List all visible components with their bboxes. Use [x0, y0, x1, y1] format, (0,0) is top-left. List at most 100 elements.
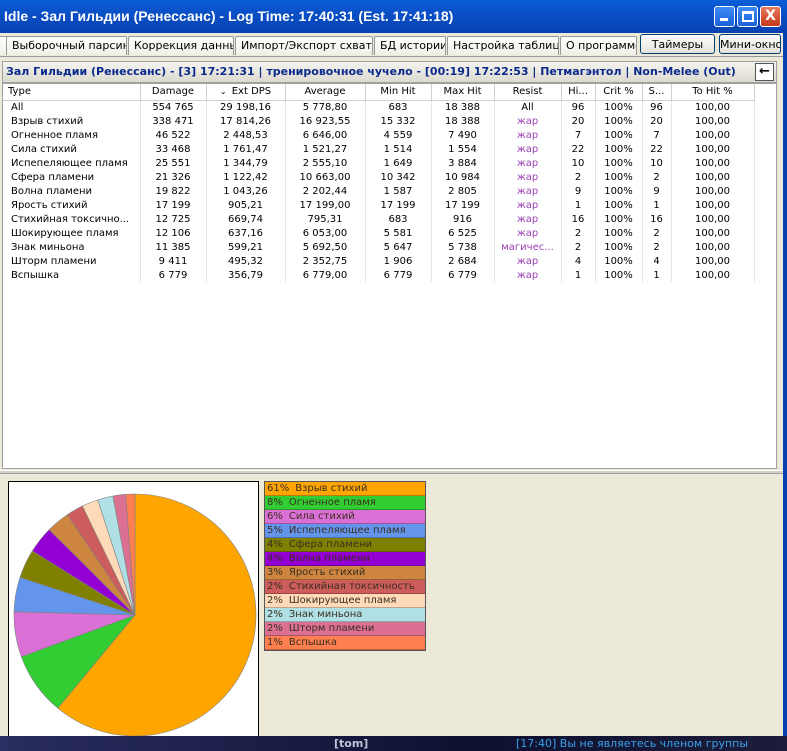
legend-label: Взрыв стихий [295, 483, 368, 494]
cell-hits: 10 [561, 156, 596, 170]
mini-window-button[interactable]: Мини-окно [719, 34, 781, 54]
table-row[interactable]: Сфера пламени 21 326 1 122,42 10 663,00 10 3… [3, 170, 755, 184]
table-row[interactable]: Испепеляющее пламя 25 551 1 344,79 2 555,10… [3, 156, 755, 170]
pie-chart-frame [8, 481, 259, 746]
tab-selective-parsing[interactable]: Выборочный парсинг [6, 36, 127, 55]
game-background-strip: [tom] [17:40] Вы не являетесь членом гру… [0, 736, 787, 751]
cell-swings: 2 [642, 240, 672, 254]
col-header-average[interactable]: Average [285, 84, 366, 101]
minimize-button[interactable] [714, 6, 735, 27]
close-button[interactable]: X [760, 6, 781, 27]
tab-about[interactable]: О программе [560, 36, 637, 55]
table-row[interactable]: Взрыв стихий 338 471 17 814,26 16 923,55 15 … [3, 114, 755, 128]
cell-min-hit: 15 332 [365, 114, 432, 128]
cell-to-hit: 100,00 [671, 240, 755, 254]
table-row[interactable]: Шокирующее пламя 12 106 637,16 6 053,00 5 58… [3, 226, 755, 240]
cell-resist: жар [494, 226, 562, 240]
cell-type: Шторм пламени [3, 254, 141, 268]
cell-damage: 9 411 [140, 254, 207, 268]
tab-history-db[interactable]: БД истории [374, 36, 446, 55]
cell-average: 5 692,50 [285, 240, 366, 254]
cell-max-hit: 17 199 [431, 198, 495, 212]
cell-max-hit: 18 388 [431, 100, 495, 114]
cell-damage: 6 779 [140, 268, 207, 282]
cell-hits: 16 [561, 212, 596, 226]
cell-ext-dps: 599,21 [206, 240, 286, 254]
col-header-crit[interactable]: Crit % [595, 84, 643, 101]
col-header-min-hit[interactable]: Min Hit [365, 84, 432, 101]
cell-resist: жар [494, 184, 562, 198]
legend-percent: 2% [267, 581, 283, 592]
col-header-resist[interactable]: Resist [494, 84, 562, 101]
cell-crit: 100% [595, 240, 643, 254]
cell-ext-dps: 1 344,79 [206, 156, 286, 170]
cell-type: Сила стихий [3, 142, 141, 156]
cell-max-hit: 916 [431, 212, 495, 226]
cell-damage: 46 522 [140, 128, 207, 142]
cell-hits: 4 [561, 254, 596, 268]
legend-percent: 3% [267, 567, 283, 578]
col-header-to-hit[interactable]: To Hit % [671, 84, 755, 101]
cell-swings: 1 [642, 268, 672, 282]
cell-to-hit: 100,00 [671, 198, 755, 212]
panel-splitter[interactable] [0, 470, 783, 474]
cell-resist: жар [494, 212, 562, 226]
tab-import-export[interactable]: Импорт/Экспорт схваток [235, 36, 373, 55]
legend-item: 2% Шторм пламени [265, 622, 425, 636]
maximize-button[interactable] [737, 6, 758, 27]
cell-type: Огненное пламя [3, 128, 141, 142]
cell-max-hit: 7 490 [431, 128, 495, 142]
tab-data-correction[interactable]: Коррекция данных [128, 36, 234, 55]
table-row[interactable]: Волна пламени 19 822 1 043,26 2 202,44 1 587… [3, 184, 755, 198]
cell-to-hit: 100,00 [671, 114, 755, 128]
cell-crit: 100% [595, 254, 643, 268]
cell-hits: 2 [561, 226, 596, 240]
col-header-type[interactable]: Type [3, 84, 141, 101]
col-header-damage[interactable]: Damage [140, 84, 207, 101]
cell-average: 5 778,80 [285, 100, 366, 114]
table-row[interactable]: Шторм пламени 9 411 495,32 2 352,75 1 906 2 6… [3, 254, 755, 268]
tab-table-settings[interactable]: Настройка таблицы [447, 36, 559, 55]
cell-swings: 22 [642, 142, 672, 156]
cell-ext-dps: 669,74 [206, 212, 286, 226]
col-header-swings[interactable]: S... [642, 84, 672, 101]
table-row[interactable]: Огненное пламя 46 522 2 448,53 6 646,00 4 55… [3, 128, 755, 142]
col-header-max-hit[interactable]: Max Hit [431, 84, 495, 101]
cell-swings: 20 [642, 114, 672, 128]
cell-damage: 21 326 [140, 170, 207, 184]
legend-label: Испепеляющее пламя [288, 525, 406, 536]
cell-resist: жар [494, 142, 562, 156]
damage-table-panel: Type Damage ⌄ Ext DPS Average Min Hit Ma… [2, 83, 777, 469]
timers-button[interactable]: Таймеры [640, 34, 715, 54]
cell-damage: 12 725 [140, 212, 207, 226]
legend-label: Шторм пламени [288, 623, 375, 634]
cell-swings: 10 [642, 156, 672, 170]
cell-min-hit: 683 [365, 212, 432, 226]
cell-hits: 1 [561, 268, 596, 282]
cell-min-hit: 1 906 [365, 254, 432, 268]
cell-damage: 33 468 [140, 142, 207, 156]
cell-to-hit: 100,00 [671, 142, 755, 156]
table-row[interactable]: Сила стихий 33 468 1 761,47 1 521,27 1 514 1 … [3, 142, 755, 156]
table-row[interactable]: Знак миньона 11 385 599,21 5 692,50 5 647 5 7… [3, 240, 755, 254]
col-header-ext-dps[interactable]: ⌄ Ext DPS [206, 84, 286, 101]
cell-damage: 19 822 [140, 184, 207, 198]
legend-item: 1% Вспышка [265, 636, 425, 650]
cell-min-hit: 4 559 [365, 128, 432, 142]
cell-hits: 1 [561, 198, 596, 212]
cell-hits: 7 [561, 128, 596, 142]
cell-swings: 2 [642, 226, 672, 240]
cell-type: Волна пламени [3, 184, 141, 198]
back-button[interactable]: ← [755, 63, 774, 81]
table-row[interactable]: Ярость стихий 17 199 905,21 17 199,00 17 199… [3, 198, 755, 212]
legend-percent: 6% [267, 511, 283, 522]
table-row[interactable]: All 554 765 29 198,16 5 778,80 683 18 388 All 9… [3, 100, 755, 114]
legend-item: 2% Шокирующее пламя [265, 594, 425, 608]
table-row[interactable]: Вспышка 6 779 356,79 6 779,00 6 779 6 779 жар 1… [3, 268, 755, 282]
col-header-hits[interactable]: Hi... [561, 84, 596, 101]
cell-crit: 100% [595, 142, 643, 156]
table-row[interactable]: Стихийная токсично... 12 725 669,74 795,31 6… [3, 212, 755, 226]
legend-label: Волна пламени [288, 553, 370, 564]
cell-resist: жар [494, 114, 562, 128]
cell-max-hit: 2 684 [431, 254, 495, 268]
